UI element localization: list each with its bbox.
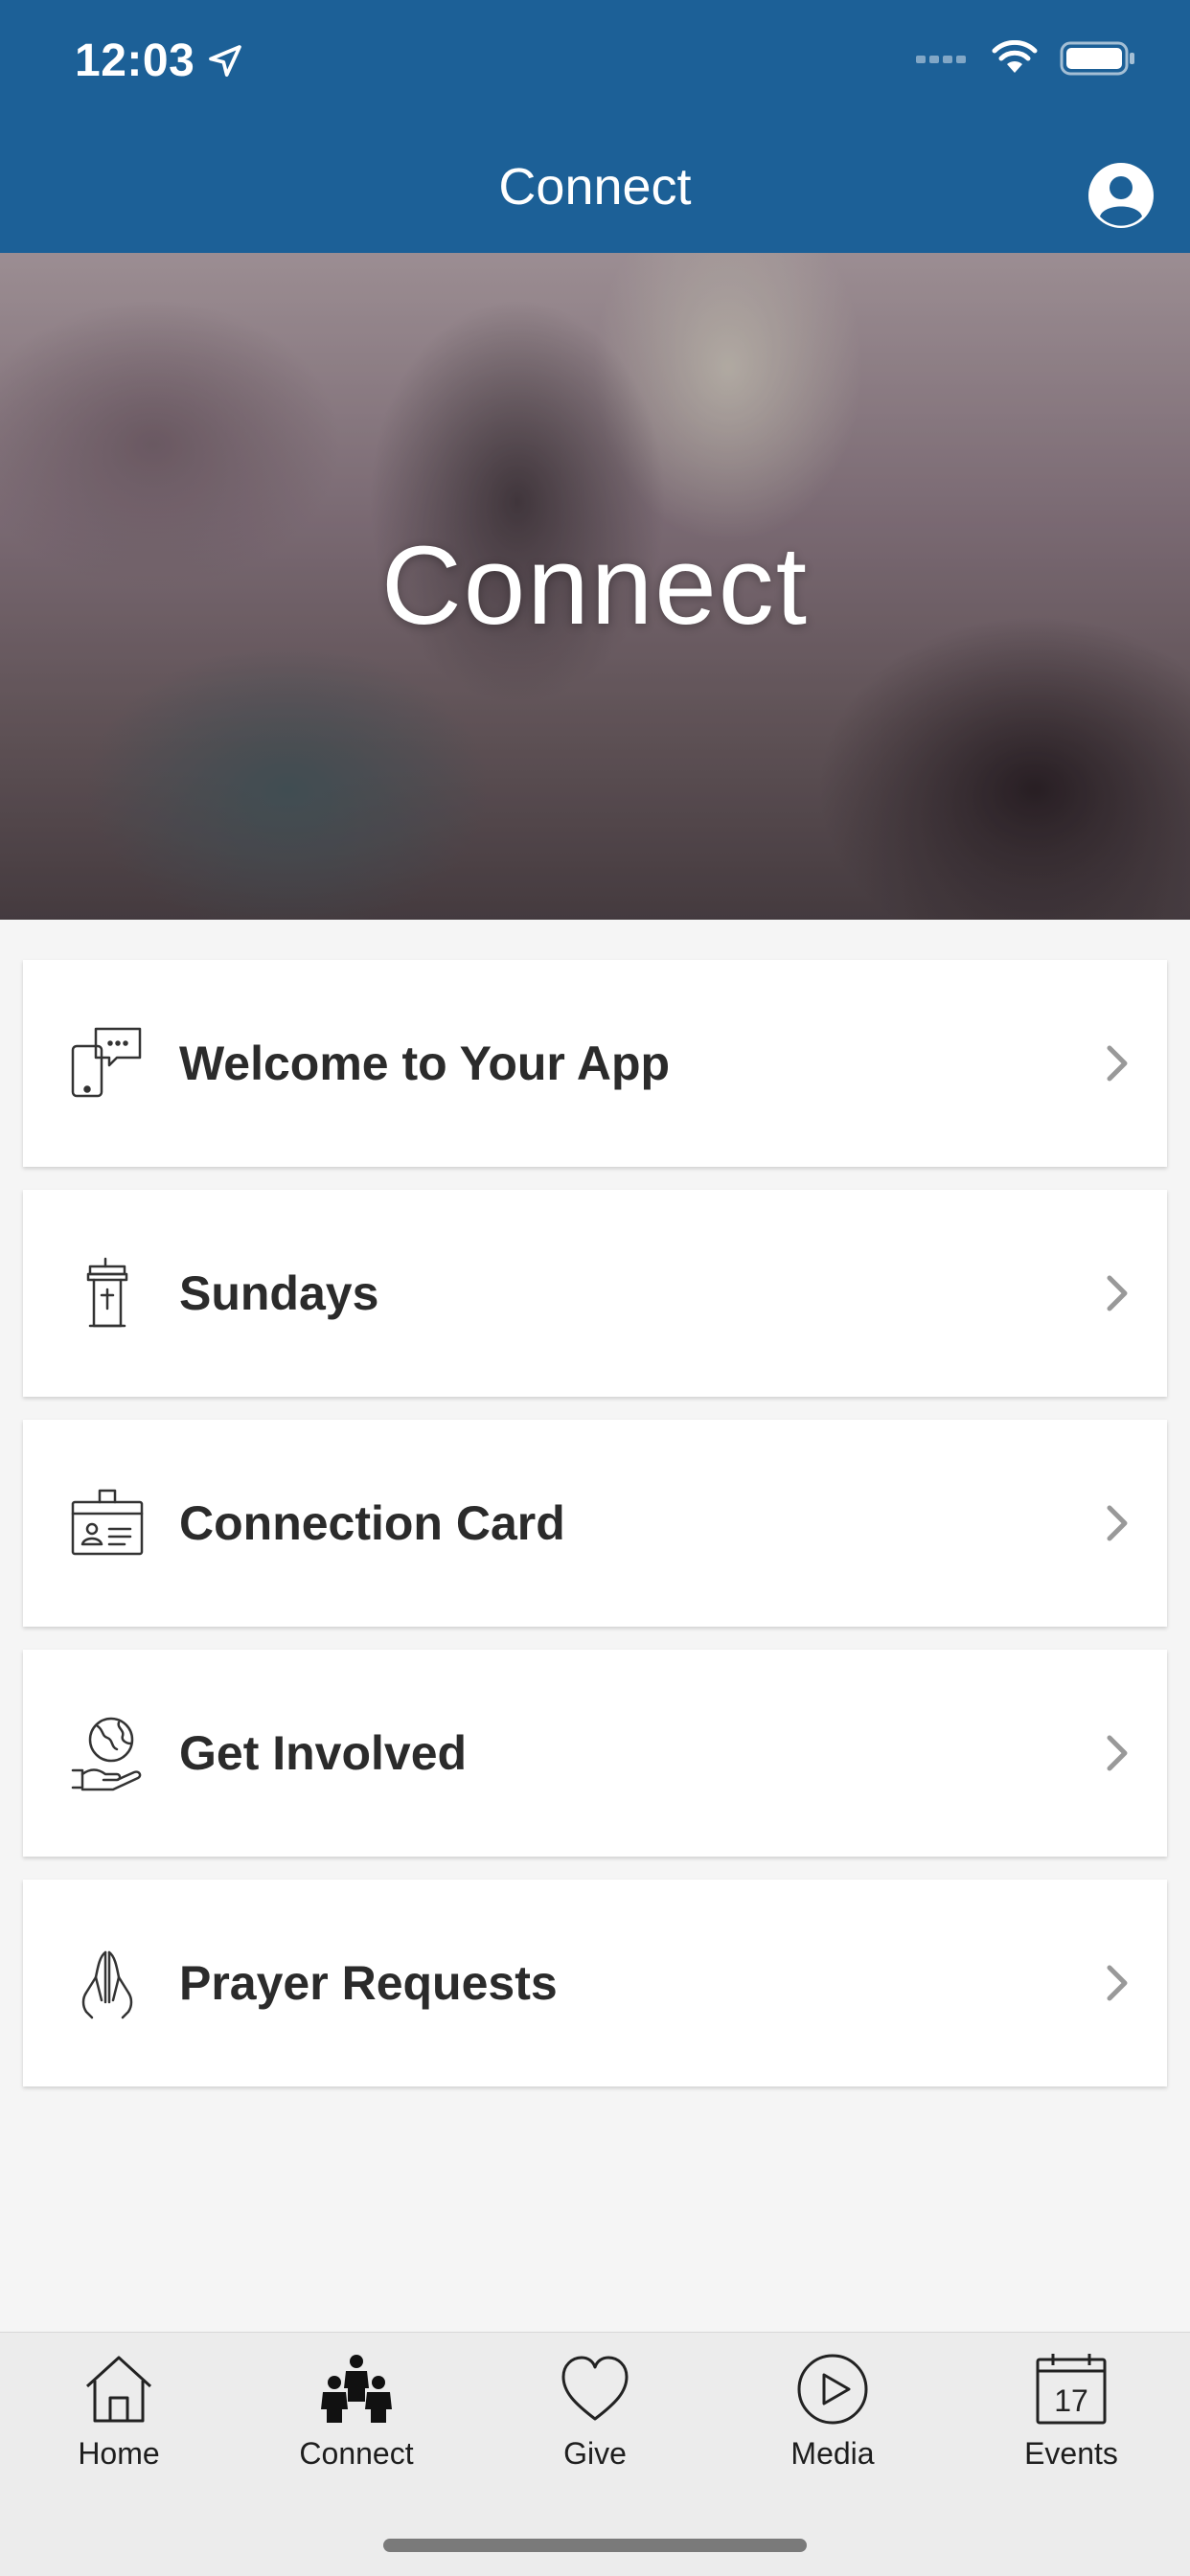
user-avatar-icon xyxy=(1088,163,1154,228)
battery-icon xyxy=(1060,41,1134,76)
status-time-text: 12:03 xyxy=(75,35,195,86)
nav-bar: Connect xyxy=(0,126,1190,253)
hero-title: Connect xyxy=(380,523,810,648)
menu-item-label: Connection Card xyxy=(179,1496,565,1550)
tab-home[interactable]: Home xyxy=(23,2352,215,2472)
phone-chat-icon xyxy=(71,1027,142,1098)
tab-connect[interactable]: Connect xyxy=(261,2352,452,2472)
status-time: 12:03 xyxy=(75,34,244,87)
profile-button[interactable] xyxy=(1087,161,1156,230)
menu-item-prayer-requests[interactable]: Prayer Requests xyxy=(23,1880,1167,2086)
menu-item-label: Welcome to Your App xyxy=(179,1037,671,1090)
heart-icon xyxy=(561,2356,629,2421)
chevron-right-icon xyxy=(1107,1505,1128,1541)
play-icon xyxy=(797,2354,868,2425)
globe-hand-icon xyxy=(71,1717,142,1791)
home-indicator[interactable] xyxy=(383,2539,807,2552)
id-card-icon xyxy=(71,1489,144,1556)
tab-label: Events xyxy=(1024,2436,1118,2471)
tab-label: Give xyxy=(563,2436,627,2471)
tab-give[interactable]: Give xyxy=(499,2352,691,2472)
hero-banner: Connect xyxy=(0,253,1190,920)
status-bar: 12:03 xyxy=(0,0,1190,126)
signal-icon xyxy=(916,56,966,63)
tab-media[interactable]: Media xyxy=(737,2352,928,2472)
tab-label: Home xyxy=(78,2436,160,2471)
wifi-icon xyxy=(992,40,1038,73)
menu-item-label: Sundays xyxy=(179,1266,379,1320)
home-icon xyxy=(85,2356,152,2423)
tab-events[interactable]: 17 Events xyxy=(975,2352,1167,2472)
chevron-right-icon xyxy=(1107,1965,1128,2001)
menu-item-label: Prayer Requests xyxy=(179,1956,558,2010)
praying-hands-icon xyxy=(81,1950,133,2019)
tab-label: Connect xyxy=(299,2436,414,2471)
chevron-right-icon xyxy=(1107,1275,1128,1311)
menu-item-label: Get Involved xyxy=(179,1726,468,1780)
menu-item-sundays[interactable]: Sundays xyxy=(23,1190,1167,1397)
menu-item-get-involved[interactable]: Get Involved xyxy=(23,1650,1167,1857)
people-icon xyxy=(321,2355,392,2423)
location-arrow-icon xyxy=(209,44,242,77)
calendar-icon: 17 xyxy=(1036,2354,1107,2425)
menu-item-welcome[interactable]: Welcome to Your App xyxy=(23,960,1167,1167)
connect-menu-list: Welcome to Your App Sundays Connection C… xyxy=(23,960,1167,2109)
calendar-day: 17 xyxy=(1054,2383,1088,2418)
page-title: Connect xyxy=(498,158,692,216)
tab-label: Media xyxy=(790,2436,875,2471)
menu-item-connection-card[interactable]: Connection Card xyxy=(23,1420,1167,1627)
chevron-right-icon xyxy=(1107,1735,1128,1771)
chevron-right-icon xyxy=(1107,1045,1128,1082)
pulpit-icon xyxy=(86,1257,128,1328)
